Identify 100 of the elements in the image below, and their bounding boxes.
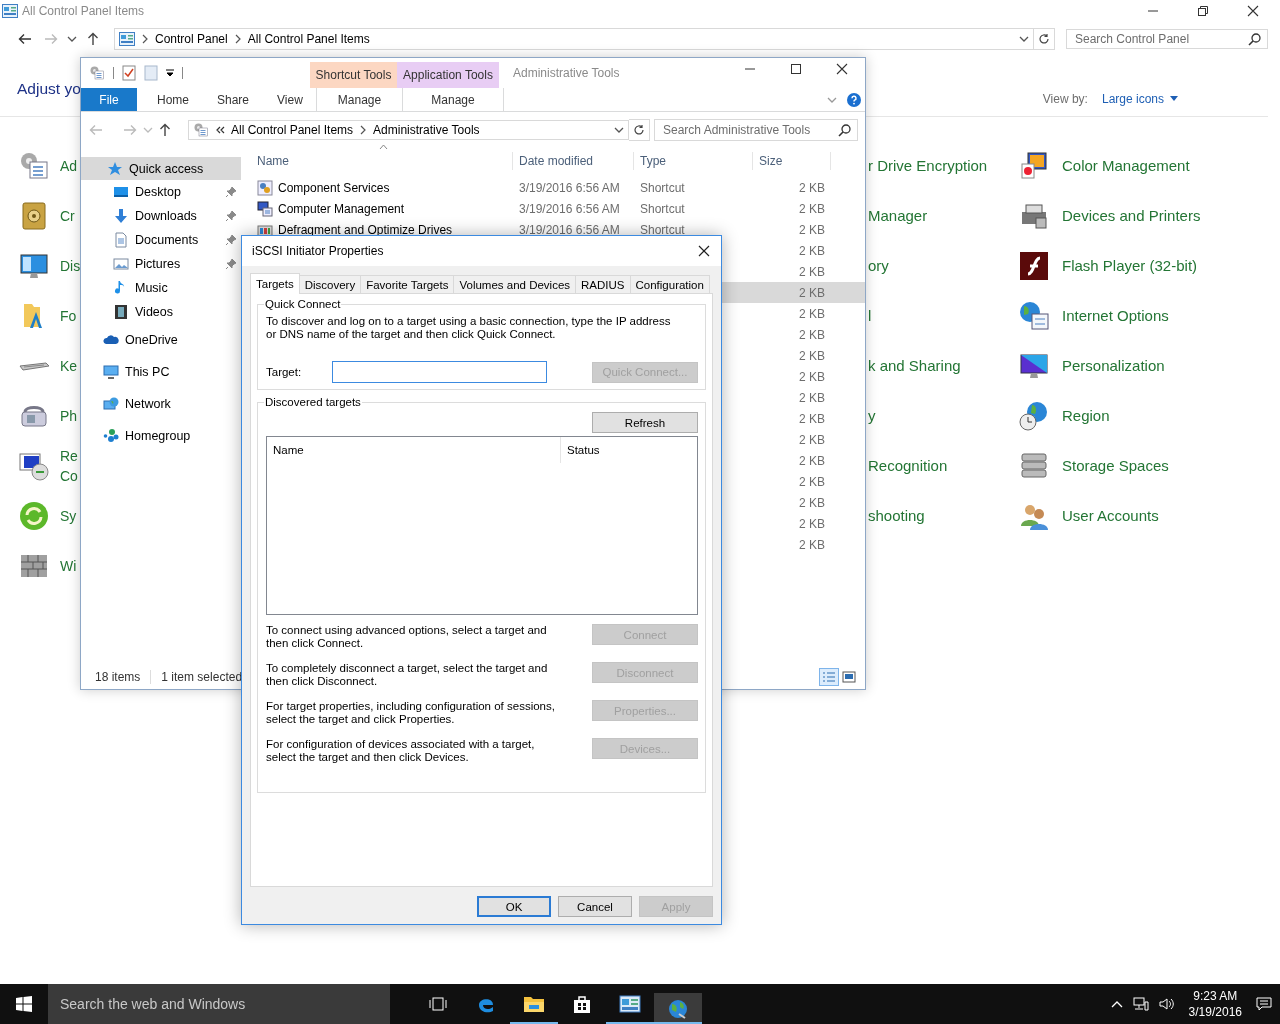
- nav-item[interactable]: Desktop: [81, 180, 241, 204]
- column-header[interactable]: Type: [634, 152, 753, 170]
- breadcrumb-item[interactable]: All Control Panel Items: [247, 32, 370, 46]
- refresh-button[interactable]: [1034, 28, 1055, 50]
- globe-clock-icon[interactable]: [1018, 400, 1050, 432]
- control-panel-link[interactable]: Manager: [868, 206, 928, 226]
- search-icon[interactable]: [838, 123, 851, 137]
- refresh-button[interactable]: [629, 119, 650, 141]
- nav-item[interactable]: OneDrive: [81, 324, 241, 356]
- control-panel-link[interactable]: ory: [868, 256, 889, 276]
- search-input[interactable]: Search Control Panel: [1075, 32, 1248, 46]
- ribbon-tab[interactable]: Manage: [402, 88, 504, 111]
- control-panel-link[interactable]: Fo: [60, 306, 77, 326]
- control-panel-link[interactable]: Personalization: [1062, 356, 1165, 376]
- nav-item[interactable]: Documents: [81, 228, 241, 252]
- gear-list-icon[interactable]: [18, 150, 50, 182]
- control-panel-link[interactable]: Wi: [60, 556, 77, 576]
- globe-checklist-icon[interactable]: [1018, 300, 1050, 332]
- column-header[interactable]: Name: [267, 437, 561, 463]
- control-panel-link[interactable]: Region: [1062, 406, 1110, 426]
- ribbon-tab[interactable]: Share: [203, 88, 264, 111]
- tab[interactable]: Favorite Targets: [360, 275, 455, 293]
- control-panel-link[interactable]: Dis: [60, 256, 81, 276]
- control-panel-link[interactable]: Re Co: [60, 446, 78, 486]
- ribbon-tab[interactable]: Home: [143, 88, 203, 111]
- breadcrumb-item[interactable]: Control Panel: [155, 32, 228, 46]
- control-panel-link[interactable]: y: [868, 406, 876, 426]
- dialog-button[interactable]: OK: [477, 896, 551, 917]
- help-icon[interactable]: [847, 92, 861, 107]
- pin-icon[interactable]: [225, 186, 237, 198]
- control-panel-link[interactable]: Recognition: [868, 456, 948, 476]
- file-row[interactable]: Component Services 3/19/2016 6:56 AM Shortcut 2 KB: [251, 177, 865, 198]
- maximize-icon[interactable]: [790, 63, 802, 75]
- recent-caret-icon[interactable]: [67, 35, 77, 43]
- control-panel-icon[interactable]: [619, 995, 641, 1013]
- network-icon[interactable]: [1132, 997, 1149, 1011]
- control-panel-link[interactable]: Ph: [60, 406, 78, 426]
- targets-list[interactable]: Name Status: [266, 436, 698, 615]
- dropdown-caret-icon[interactable]: [614, 126, 624, 134]
- control-panel-link[interactable]: Ad: [60, 156, 78, 176]
- double-chevron-icon[interactable]: [215, 125, 225, 135]
- ribbon-tab[interactable]: View: [263, 88, 317, 111]
- nav-item[interactable]: Quick access: [81, 157, 241, 180]
- column-header[interactable]: Status: [561, 437, 697, 463]
- control-panel-link[interactable]: Color Management: [1062, 156, 1190, 176]
- nav-item[interactable]: Music: [81, 276, 241, 300]
- column-header[interactable]: Name: [251, 152, 513, 170]
- view-by-link[interactable]: Large icons: [1101, 92, 1164, 106]
- folder-icon[interactable]: [523, 995, 545, 1013]
- control-panel-link[interactable]: Internet Options: [1062, 306, 1169, 326]
- refresh-icon[interactable]: [1038, 33, 1050, 45]
- dialog-button[interactable]: Cancel: [558, 896, 632, 917]
- shopping-bag-icon[interactable]: [573, 994, 591, 1014]
- pin-icon[interactable]: [225, 258, 237, 270]
- tab[interactable]: Configuration: [629, 275, 710, 293]
- search-field[interactable]: Search Control Panel: [1066, 29, 1268, 49]
- large-icons-view-button[interactable]: [839, 668, 859, 686]
- control-panel-link[interactable]: r Drive Encryption: [868, 156, 988, 176]
- ribbon-tab[interactable]: Manage: [316, 88, 403, 111]
- search-input[interactable]: Search Administrative Tools: [663, 123, 838, 137]
- close-icon[interactable]: [698, 245, 710, 257]
- control-panel-link[interactable]: User Accounts: [1062, 506, 1159, 526]
- restore-icon[interactable]: [1197, 5, 1209, 17]
- refresh-icon[interactable]: [633, 124, 645, 136]
- caret-icon[interactable]: [1170, 96, 1178, 102]
- control-panel-link[interactable]: shooting: [868, 506, 925, 526]
- dropdown-caret-icon[interactable]: [1019, 35, 1029, 43]
- up-arrow-icon[interactable]: [159, 123, 171, 137]
- control-panel-link[interactable]: Devices and Printers: [1062, 206, 1201, 226]
- nav-item[interactable]: Homegroup: [81, 420, 241, 452]
- flash-icon[interactable]: [1018, 250, 1050, 282]
- control-panel-link[interactable]: Storage Spaces: [1062, 456, 1169, 476]
- control-panel-link[interactable]: Ke: [60, 356, 78, 376]
- remote-computer-icon[interactable]: [18, 450, 50, 482]
- nav-item[interactable]: Downloads: [81, 204, 241, 228]
- clock[interactable]: 9:23 AM 3/19/2016: [1184, 988, 1246, 1020]
- close-icon[interactable]: [1247, 5, 1259, 17]
- task-view-icon[interactable]: [429, 997, 447, 1011]
- control-panel-link[interactable]: l: [868, 306, 872, 326]
- nav-item[interactable]: Videos: [81, 300, 241, 324]
- dropdown-caret-icon[interactable]: [166, 68, 174, 78]
- control-panel-link[interactable]: Sy: [60, 506, 77, 526]
- close-icon[interactable]: [836, 63, 848, 75]
- address-bar[interactable]: All Control Panel Items Administrative Tools: [188, 120, 629, 140]
- column-header[interactable]: Date modified: [513, 152, 634, 170]
- control-panel-link[interactable]: Cr: [60, 206, 75, 226]
- tab[interactable]: Discovery: [298, 275, 362, 293]
- address-bar[interactable]: Control Panel All Control Panel Items: [114, 28, 1034, 50]
- back-arrow-icon[interactable]: [18, 33, 32, 45]
- color-monitor-icon[interactable]: [1018, 150, 1050, 182]
- file-tab[interactable]: File: [81, 88, 137, 111]
- search-field[interactable]: Search Administrative Tools: [654, 119, 858, 141]
- pin-icon[interactable]: [225, 234, 237, 246]
- globe-icon[interactable]: [667, 997, 689, 1020]
- breadcrumb-item[interactable]: All Control Panel Items: [231, 123, 354, 137]
- file-row[interactable]: Computer Management 3/19/2016 6:56 AM Shortcut 2 KB: [251, 198, 865, 219]
- notification-icon[interactable]: [1256, 996, 1272, 1012]
- control-panel-link[interactable]: k and Sharing: [868, 356, 961, 376]
- up-arrow-icon[interactable]: [87, 32, 99, 46]
- tab[interactable]: Targets: [250, 273, 300, 294]
